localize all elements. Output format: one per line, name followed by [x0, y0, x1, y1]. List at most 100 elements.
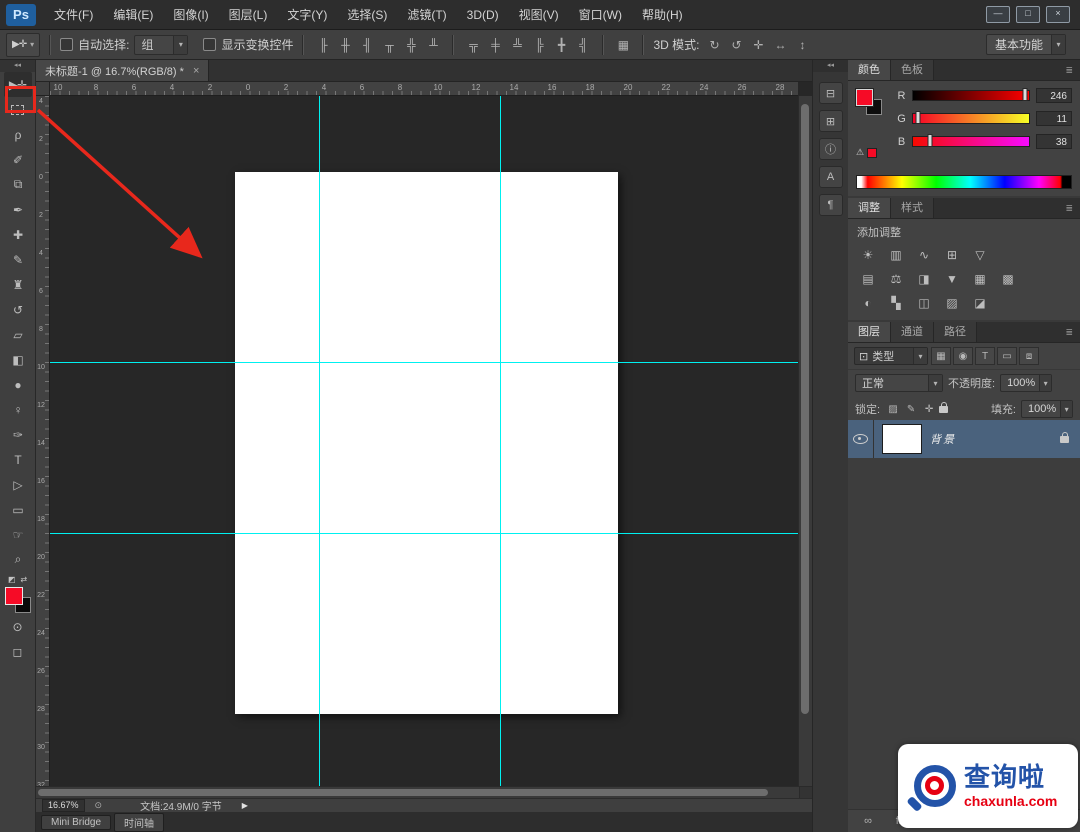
color-balance-icon[interactable]: ⚖ [886, 270, 906, 288]
b-channel-value[interactable]: 38 [1036, 134, 1072, 149]
hand-tool[interactable]: ☞ [4, 522, 32, 547]
horizontal-guide[interactable] [50, 362, 798, 363]
vertical-guide[interactable] [319, 96, 320, 786]
type-tool[interactable]: T [4, 447, 32, 472]
align-top-edges-icon[interactable]: ╥ [379, 35, 399, 55]
levels-icon[interactable]: ▥ [886, 246, 906, 264]
black-white-icon[interactable]: ◨ [914, 270, 934, 288]
history-panel-icon[interactable]: ⊟ [819, 82, 843, 104]
lock-position-icon[interactable]: ✛ [921, 401, 937, 417]
panel-menu-icon[interactable]: ≣ [1058, 60, 1080, 80]
opacity-dropdown[interactable]: 100% ▾ [1000, 374, 1052, 392]
slider-thumb[interactable] [1022, 88, 1027, 101]
brush-tool[interactable]: ✎ [4, 247, 32, 272]
menu-help[interactable]: 帮助(H) [632, 0, 693, 30]
vertical-guide[interactable] [500, 96, 501, 786]
panel-menu-icon[interactable]: ≣ [1058, 322, 1080, 342]
status-options-arrow[interactable]: ▶ [242, 801, 248, 810]
g-channel-slider[interactable] [912, 113, 1030, 124]
foreground-color-swatch[interactable] [5, 587, 23, 605]
character-panel-icon[interactable]: A [819, 166, 843, 188]
ruler-origin[interactable] [36, 82, 50, 96]
align-horizontal-centers-icon[interactable]: ╫ [335, 35, 355, 55]
zoom-level-field[interactable]: 16.67% [42, 799, 85, 812]
menu-select[interactable]: 选择(S) [337, 0, 397, 30]
restore-button[interactable]: □ [1016, 6, 1040, 23]
gamut-warning[interactable]: ⚠ [856, 147, 890, 158]
horizontal-ruler[interactable]: 108642024681012141618202224262830 [50, 82, 798, 96]
tool-preset-picker[interactable]: ▶✛ ▾ [6, 33, 40, 57]
channel-mixer-icon[interactable]: ▦ [970, 270, 990, 288]
document-canvas[interactable] [235, 172, 618, 714]
horizontal-scrollbar[interactable] [36, 786, 812, 798]
posterize-icon[interactable]: ▚ [886, 294, 906, 312]
foreground-color-swatch[interactable] [856, 89, 873, 106]
layer-thumbnail[interactable] [882, 424, 922, 454]
3d-scale-icon[interactable]: ↕ [792, 35, 812, 55]
vertical-scrollbar[interactable] [798, 96, 812, 786]
default-colors-icon[interactable]: ◩ [8, 575, 16, 584]
distribute-vertical-centers-icon[interactable]: ╪ [485, 35, 505, 55]
menu-image[interactable]: 图像(I) [163, 0, 218, 30]
crop-tool[interactable]: ⧉ [4, 172, 32, 197]
menu-window[interactable]: 窗口(W) [569, 0, 632, 30]
distribute-top-edges-icon[interactable]: ╦ [463, 35, 483, 55]
align-bottom-edges-icon[interactable]: ╨ [423, 35, 443, 55]
menu-type[interactable]: 文字(Y) [277, 0, 337, 30]
menu-layer[interactable]: 图层(L) [219, 0, 278, 30]
workspace-switcher[interactable]: 基本功能 ▾ [986, 34, 1066, 55]
exposure-icon[interactable]: ⊞ [942, 246, 962, 264]
align-left-edges-icon[interactable]: ╟ [313, 35, 333, 55]
tab-color[interactable]: 颜色 [848, 60, 891, 80]
toolbar-collapse-button[interactable]: ◂◂ [0, 60, 35, 72]
paragraph-panel-icon[interactable]: ¶ [819, 194, 843, 216]
lock-all-icon[interactable] [939, 406, 948, 413]
tab-timeline[interactable]: 时间轴 [114, 813, 164, 832]
path-selection-tool[interactable]: ▷ [4, 472, 32, 497]
adjustment-layer-filter-icon[interactable]: ◉ [953, 347, 973, 365]
curves-icon[interactable]: ∿ [914, 246, 934, 264]
vibrance-icon[interactable]: ▽ [970, 246, 990, 264]
show-transform-checkbox[interactable] [203, 38, 216, 51]
lock-image-icon[interactable]: ✎ [903, 401, 919, 417]
threshold-icon[interactable]: ◫ [914, 294, 934, 312]
document-viewport[interactable] [50, 96, 798, 786]
auto-select-target-dropdown[interactable]: 组 ▾ [134, 35, 188, 55]
distribute-left-edges-icon[interactable]: ╠ [529, 35, 549, 55]
canvas-area[interactable]: 108642024681012141618202224262830 420246… [36, 82, 812, 786]
color-spectrum-ramp[interactable] [856, 175, 1072, 189]
distribute-bottom-edges-icon[interactable]: ╩ [507, 35, 527, 55]
blur-tool[interactable]: ● [4, 372, 32, 397]
document-tab[interactable]: 未标题-1 @ 16.7%(RGB/8) * × [36, 60, 209, 81]
slider-thumb[interactable] [915, 111, 920, 124]
quick-selection-tool[interactable]: ✐ [4, 147, 32, 172]
smart-object-filter-icon[interactable]: ⧈ [1019, 347, 1039, 365]
tab-layers[interactable]: 图层 [848, 322, 891, 342]
link-layers-icon[interactable]: ∞ [860, 813, 876, 829]
layer-visibility-toggle[interactable] [848, 420, 874, 458]
align-vertical-centers-icon[interactable]: ╬ [401, 35, 421, 55]
gradient-tool[interactable]: ◧ [4, 347, 32, 372]
photo-filter-icon[interactable]: ▼ [942, 270, 962, 288]
tab-adjustments[interactable]: 调整 [848, 198, 891, 218]
slider-thumb[interactable] [928, 134, 933, 147]
tab-channels[interactable]: 通道 [891, 322, 934, 342]
history-brush-tool[interactable]: ↺ [4, 297, 32, 322]
type-layer-filter-icon[interactable]: T [975, 347, 995, 365]
eraser-tool[interactable]: ▱ [4, 322, 32, 347]
panel-menu-icon[interactable]: ≣ [1058, 198, 1080, 218]
layer-row-background[interactable]: 背景 [848, 420, 1080, 458]
tab-paths[interactable]: 路径 [934, 322, 977, 342]
info-panel-icon[interactable]: ⓘ [819, 138, 843, 160]
swap-colors-icon[interactable]: ⇄ [20, 575, 27, 584]
r-channel-slider[interactable] [912, 90, 1030, 101]
hue-saturation-icon[interactable]: ▤ [858, 270, 878, 288]
scrollbar-thumb[interactable] [801, 104, 809, 714]
minimize-button[interactable]: — [986, 6, 1010, 23]
vertical-ruler[interactable]: 4202468101214161820222426283032 [36, 96, 50, 786]
gradient-map-icon[interactable]: ▨ [942, 294, 962, 312]
invert-icon[interactable]: ◐ [858, 294, 878, 312]
pixel-layer-filter-icon[interactable]: ▦ [931, 347, 951, 365]
properties-panel-icon[interactable]: ⊞ [819, 110, 843, 132]
3d-rotate-icon[interactable]: ↻ [704, 35, 724, 55]
